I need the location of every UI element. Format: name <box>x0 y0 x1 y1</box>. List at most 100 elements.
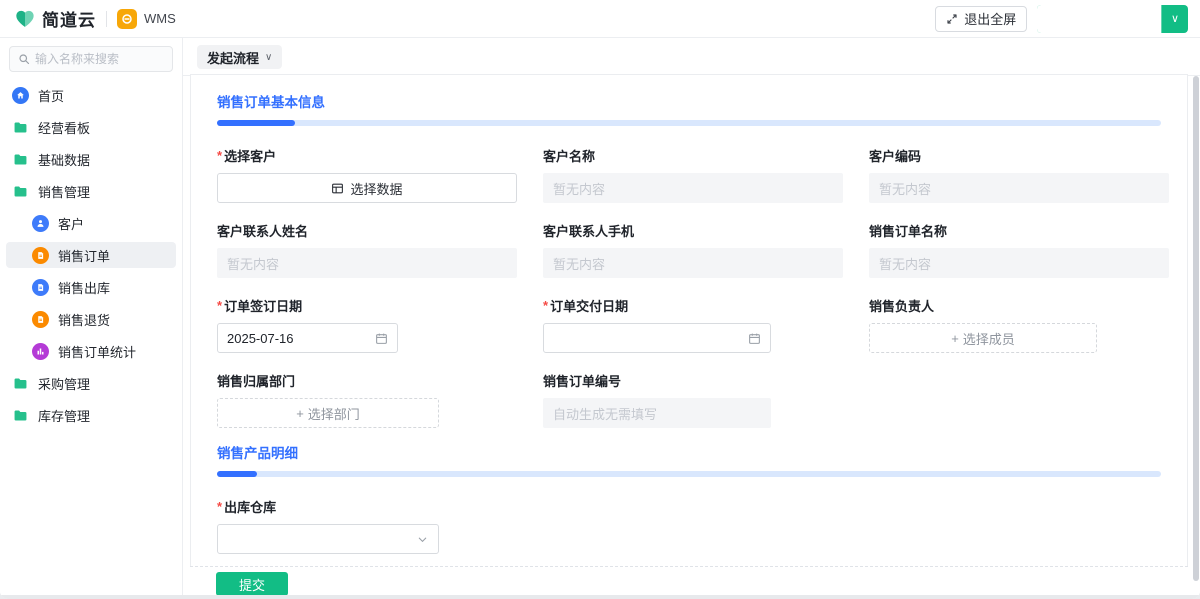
order-name-input: 暂无内容 <box>869 248 1169 278</box>
section-products-progress <box>217 471 1161 477</box>
contact-name-input: 暂无内容 <box>217 248 517 278</box>
field-delivery-date: * 订单交付日期 <box>543 296 843 353</box>
select-dept-label: 选择部门 <box>307 406 360 422</box>
vertical-scrollbar[interactable] <box>1193 76 1199 581</box>
sidebar-item-label: 库存管理 <box>38 408 91 424</box>
window-bottom-edge <box>0 595 1200 599</box>
select-dept-button[interactable]: + 选择部门 <box>217 398 439 428</box>
sign-date-input[interactable] <box>227 330 375 346</box>
section-basic-title: 销售订单基本信息 <box>217 95 325 110</box>
customer-name-input: 暂无内容 <box>543 173 843 203</box>
sidebar-item-sales-return[interactable]: 销售退货 <box>6 306 176 332</box>
customer-icon <box>32 214 49 232</box>
required-mark: * <box>217 298 223 313</box>
select-member-label: 选择成员 <box>962 331 1015 347</box>
folder-icon <box>12 151 29 168</box>
field-label: 出库仓库 <box>224 500 277 515</box>
exit-fullscreen-icon <box>946 13 958 25</box>
field-warehouse: * 出库仓库 <box>217 497 517 554</box>
field-label: 客户联系人手机 <box>543 224 635 239</box>
start-flow-button[interactable]: 发起流程 ∨ <box>197 45 283 69</box>
chevron-down-icon: ∨ <box>1170 13 1179 25</box>
plus-icon: + <box>296 405 304 421</box>
sidebar-item-dashboard[interactable]: 经营看板 <box>6 114 176 140</box>
jiandaoyun-logo-icon <box>14 8 36 30</box>
sidebar-item-label: 销售订单 <box>58 248 111 264</box>
field-label: 销售负责人 <box>869 299 935 314</box>
sign-date-picker[interactable] <box>217 323 398 353</box>
main-toolbar: 发起流程 ∨ <box>183 44 1200 70</box>
sidebar-item-label: 销售出库 <box>58 280 111 296</box>
folder-open-icon <box>12 183 29 200</box>
sidebar-item-home[interactable]: 首页 <box>6 82 176 108</box>
sidebar-item-label: 基础数据 <box>38 152 91 168</box>
folder-icon <box>12 375 29 392</box>
section-products-title: 销售产品明细 <box>217 446 298 461</box>
customer-code-input: 暂无内容 <box>869 173 1169 203</box>
calendar-icon <box>748 332 761 345</box>
required-mark: * <box>543 298 549 313</box>
calendar-icon <box>375 332 388 345</box>
sidebar-item-customer[interactable]: 客户 <box>6 210 176 236</box>
sidebar-item-sales-order-stats[interactable]: 销售订单统计 <box>6 338 176 364</box>
main-area: 发起流程 ∨ 销售订单基本信息 * 选择客户 选择数据 客户名称 暂无内容 客户… <box>183 38 1200 595</box>
contact-phone-input: 暂无内容 <box>543 248 843 278</box>
header-divider <box>106 10 107 27</box>
search-icon <box>18 53 30 65</box>
folder-icon <box>12 119 29 136</box>
chevron-down-icon <box>417 534 428 545</box>
required-mark: * <box>217 148 223 163</box>
sidebar-item-base-data[interactable]: 基础数据 <box>6 146 176 172</box>
field-customer-name: 客户名称 暂无内容 <box>543 146 843 203</box>
delivery-date-picker[interactable] <box>543 323 771 353</box>
field-label: 选择客户 <box>224 149 277 164</box>
exit-fullscreen-button[interactable]: 退出全屏 <box>935 5 1028 32</box>
sidebar-item-label: 销售订单统计 <box>58 344 137 360</box>
field-sign-date: * 订单签订日期 <box>217 296 517 353</box>
field-sales-dept: 销售归属部门 + 选择部门 <box>217 371 517 428</box>
select-data-icon <box>331 182 344 195</box>
field-order-no: 销售订单编号 自动生成无需填写 <box>543 371 843 428</box>
section-basic-progress <box>217 120 1161 126</box>
sidebar-item-label: 采购管理 <box>38 376 91 392</box>
app-name: WMS <box>144 11 176 26</box>
sidebar-item-label: 首页 <box>38 88 65 104</box>
sidebar-item-label: 销售退货 <box>58 312 111 328</box>
sidebar-item-sales-mgmt[interactable]: 销售管理 <box>6 178 176 204</box>
sidebar-item-inventory-mgmt[interactable]: 库存管理 <box>6 402 176 428</box>
sidebar-nav: 首页 经营看板 基础数据 销售管理 <box>0 38 183 595</box>
field-label: 订单交付日期 <box>550 299 629 314</box>
select-customer-data-button[interactable]: 选择数据 <box>217 173 517 203</box>
field-contact-phone: 客户联系人手机 暂无内容 <box>543 221 843 278</box>
warehouse-select[interactable] <box>217 524 439 554</box>
sidebar-item-sales-outbound[interactable]: 销售出库 <box>6 274 176 300</box>
field-customer-select: * 选择客户 选择数据 <box>217 146 517 203</box>
start-flow-label: 发起流程 <box>207 50 260 66</box>
sidebar-item-sales-order[interactable]: 销售订单 <box>6 242 176 268</box>
install-template-chevron[interactable]: ∨ <box>1162 5 1188 33</box>
exit-fullscreen-label: 退出全屏 <box>964 12 1017 27</box>
brand-logo[interactable]: 简道云 <box>14 6 96 31</box>
current-app[interactable]: WMS <box>117 8 176 29</box>
field-label: 销售订单编号 <box>543 374 622 389</box>
install-template-split-button[interactable]: 安装模板(带数据) ∨ <box>1037 4 1188 33</box>
field-customer-code: 客户编码 暂无内容 <box>869 146 1169 203</box>
submit-button[interactable]: 提交 <box>216 572 288 596</box>
sidebar-item-label: 客户 <box>58 216 85 232</box>
sidebar-search[interactable] <box>9 46 173 72</box>
select-member-button[interactable]: + 选择成员 <box>869 323 1097 353</box>
sales-outbound-icon <box>32 278 49 296</box>
field-order-name: 销售订单名称 暂无内容 <box>869 221 1169 278</box>
delivery-date-input[interactable] <box>553 330 748 346</box>
field-label: 订单签订日期 <box>224 299 303 314</box>
field-label: 销售归属部门 <box>217 374 296 389</box>
brand-name: 简道云 <box>42 11 96 30</box>
field-label: 客户名称 <box>543 149 596 164</box>
chevron-down-icon: ∨ <box>265 51 273 63</box>
install-template-label[interactable]: 安装模板(带数据) <box>1037 4 1161 33</box>
progress-fill <box>217 471 257 477</box>
sidebar-item-purchase-mgmt[interactable]: 采购管理 <box>6 370 176 396</box>
stats-chart-icon <box>32 342 49 360</box>
progress-fill <box>217 120 295 126</box>
search-input[interactable] <box>35 52 155 66</box>
